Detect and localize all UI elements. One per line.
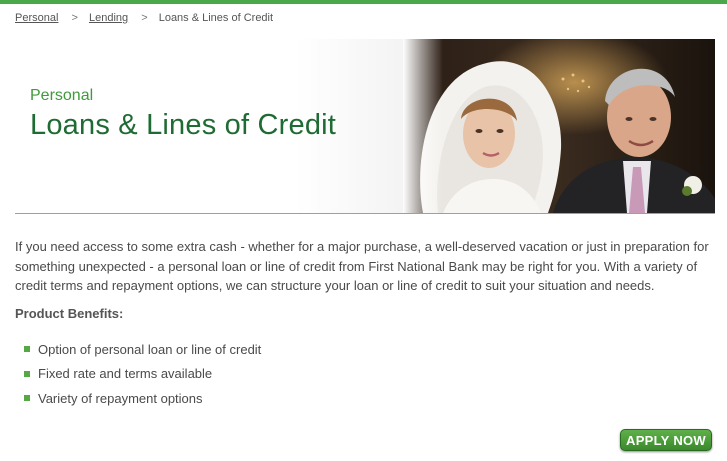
- page-title: Loans & Lines of Credit: [30, 109, 337, 141]
- list-item: Option of personal loan or line of credi…: [24, 337, 261, 362]
- bullet-square-icon: [24, 346, 30, 353]
- page-eyebrow: Personal: [30, 87, 94, 104]
- bullet-square-icon: [24, 370, 30, 377]
- breadcrumb-link-personal[interactable]: Personal: [15, 12, 58, 24]
- intro-paragraph: If you need access to some extra cash - …: [15, 239, 709, 293]
- benefit-text: Variety of repayment options: [38, 390, 203, 406]
- apply-now-button[interactable]: APPLY NOW: [620, 429, 712, 451]
- product-benefits-heading: Product Benefits:: [15, 306, 124, 321]
- list-item: Fixed rate and terms available: [24, 362, 261, 387]
- hero-photo: [403, 39, 715, 213]
- hero-banner: Personal Loans & Lines of Credit: [15, 39, 715, 213]
- breadcrumb-separator: >: [141, 12, 148, 24]
- product-benefits-list: Option of personal loan or line of credi…: [24, 337, 261, 411]
- breadcrumb-link-lending[interactable]: Lending: [89, 12, 128, 24]
- hero-divider: [15, 213, 715, 214]
- breadcrumb: Personal > Lending > Loans & Lines of Cr…: [15, 12, 273, 24]
- breadcrumb-current: Loans & Lines of Credit: [158, 12, 274, 24]
- bullet-square-icon: [24, 395, 30, 402]
- benefit-text: Fixed rate and terms available: [38, 366, 213, 382]
- list-item: Variety of repayment options: [24, 386, 261, 411]
- top-accent-bar: [0, 0, 727, 4]
- breadcrumb-separator: >: [71, 12, 78, 24]
- benefit-text: Option of personal loan or line of credi…: [38, 341, 262, 357]
